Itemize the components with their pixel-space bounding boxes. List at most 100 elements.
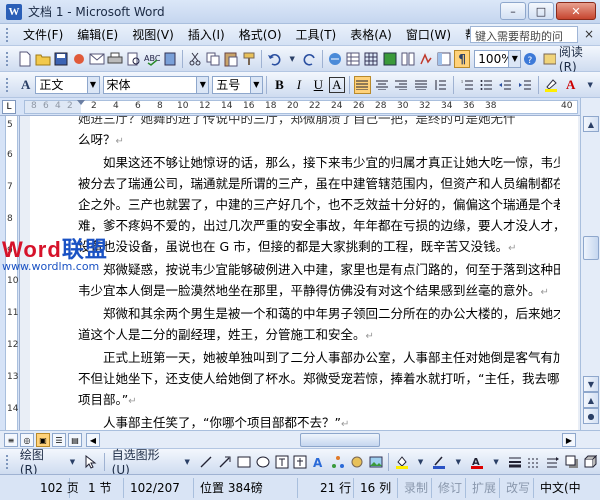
distributed-button[interactable] xyxy=(412,76,429,94)
select-objects-icon[interactable] xyxy=(83,453,100,471)
scroll-thumb[interactable] xyxy=(583,236,599,260)
research-icon[interactable] xyxy=(162,50,178,68)
paste-icon[interactable] xyxy=(223,50,239,68)
hyperlink-icon[interactable] xyxy=(327,50,343,68)
align-right-button[interactable] xyxy=(393,76,410,94)
arrow-style-icon[interactable] xyxy=(544,453,561,471)
minimize-button[interactable]: – xyxy=(500,2,526,20)
bullets-button[interactable] xyxy=(477,76,494,94)
font-size-combo[interactable]: 五号 ▼ xyxy=(212,75,263,94)
spelling-icon[interactable]: ABC xyxy=(144,50,160,68)
redo-icon[interactable] xyxy=(302,50,318,68)
print-icon[interactable] xyxy=(107,50,123,68)
undo-dropdown-icon[interactable]: ▼ xyxy=(284,50,300,68)
insert-table-icon[interactable] xyxy=(363,50,379,68)
char-border-button[interactable]: A xyxy=(329,76,345,93)
autoshapes-button[interactable]: 自选图形(U) xyxy=(108,448,178,477)
chevron-down-icon[interactable]: ▼ xyxy=(249,76,262,93)
status-extend[interactable]: 扩展 xyxy=(466,477,500,498)
open-folder-icon[interactable] xyxy=(35,50,51,68)
menu-file[interactable]: 文件(F) xyxy=(16,24,70,45)
chevron-down-icon[interactable]: ▼ xyxy=(488,453,505,471)
diagram-icon[interactable] xyxy=(330,453,347,471)
toolbar-grip[interactable] xyxy=(6,77,10,92)
3d-style-icon[interactable] xyxy=(582,453,599,471)
decrease-indent-button[interactable] xyxy=(497,76,514,94)
read-mode-button[interactable]: 阅读(R) xyxy=(539,45,600,74)
menu-format[interactable]: 格式(O) xyxy=(232,24,289,45)
maximize-button[interactable]: □ xyxy=(528,2,554,20)
increase-indent-button[interactable] xyxy=(516,76,533,94)
clip-art-icon[interactable] xyxy=(349,453,366,471)
tab-selector[interactable]: L xyxy=(2,100,16,114)
chevron-down-icon[interactable]: ▼ xyxy=(508,50,521,67)
format-painter-icon[interactable] xyxy=(241,50,257,68)
draw-menu-button[interactable]: 绘图(R) xyxy=(16,448,63,477)
menu-grip[interactable] xyxy=(6,27,10,42)
help-search-input[interactable]: 键入需要帮助的问题 xyxy=(470,26,578,59)
status-track-changes[interactable]: 修订 xyxy=(432,477,466,498)
insert-picture-icon[interactable] xyxy=(367,453,384,471)
text-box-icon[interactable] xyxy=(273,453,290,471)
drawing-font-color-icon[interactable]: A xyxy=(469,453,486,471)
horizontal-scrollbar[interactable]: ≡ ◎ ▣ ☰ ▤ ◀ ▶ xyxy=(0,430,600,448)
wordart-icon[interactable]: A xyxy=(311,453,328,471)
status-overtype[interactable]: 改写 xyxy=(500,477,534,498)
font-combo[interactable]: 宋体 ▼ xyxy=(102,75,210,94)
align-center-button[interactable] xyxy=(373,76,390,94)
chevron-down-icon[interactable]: ▼ xyxy=(450,453,467,471)
numbering-button[interactable]: 1 xyxy=(458,76,475,94)
scroll-up-icon[interactable]: ▲ xyxy=(583,116,599,132)
chevron-down-icon[interactable]: ▼ xyxy=(64,453,81,471)
document-map-icon[interactable] xyxy=(436,50,452,68)
horizontal-scroll-thumb[interactable] xyxy=(300,433,380,447)
document-page[interactable]: 她进三厅？她舞的进了传说中的三厅，郑微崩溃了自己一把，是终的可是她无什 么呀？↵… xyxy=(30,116,578,430)
reading-view-icon[interactable]: ▤ xyxy=(68,433,82,447)
line-style-icon[interactable] xyxy=(507,453,524,471)
tables-borders-icon[interactable] xyxy=(345,50,361,68)
chevron-down-icon[interactable]: ▼ xyxy=(581,76,598,94)
menu-insert[interactable]: 插入(I) xyxy=(181,24,232,45)
styles-pane-icon[interactable]: A xyxy=(17,76,34,94)
fill-color-icon[interactable] xyxy=(393,453,410,471)
new-document-icon[interactable] xyxy=(17,50,33,68)
zoom-combo[interactable]: 100% ▼ xyxy=(474,49,522,68)
italic-button[interactable]: I xyxy=(290,76,307,94)
vertical-ruler-track[interactable]: 5 6 7 8 9 10 11 12 13 14 xyxy=(5,116,18,430)
menu-tools[interactable]: 工具(T) xyxy=(289,24,344,45)
save-icon[interactable] xyxy=(53,50,69,68)
menu-window[interactable]: 窗口(W) xyxy=(399,24,458,45)
oval-icon[interactable] xyxy=(254,453,271,471)
line-spacing-button[interactable] xyxy=(431,76,448,94)
scroll-right-icon[interactable]: ▶ xyxy=(562,433,576,447)
permission-icon[interactable] xyxy=(71,50,87,68)
print-layout-icon[interactable]: ▣ xyxy=(36,433,50,447)
menu-view[interactable]: 视图(V) xyxy=(125,24,181,45)
undo-icon[interactable] xyxy=(266,50,282,68)
copy-icon[interactable] xyxy=(205,50,221,68)
vertical-text-box-icon[interactable] xyxy=(292,453,309,471)
close-button[interactable]: ✕ xyxy=(556,2,596,20)
previous-page-icon[interactable]: ▲ xyxy=(583,392,599,408)
chevron-down-icon[interactable]: ▼ xyxy=(412,453,429,471)
show-hide-marks-icon[interactable]: ¶ xyxy=(453,49,471,68)
bold-button[interactable]: B xyxy=(271,76,288,94)
first-line-indent-marker[interactable] xyxy=(77,100,85,105)
toolbar-grip[interactable] xyxy=(6,51,10,66)
status-record-macro[interactable]: 录制 xyxy=(398,477,432,498)
browse-object-icon[interactable]: ● xyxy=(583,408,599,424)
dash-style-icon[interactable] xyxy=(525,453,542,471)
vertical-scrollbar[interactable]: ▲ ▼ ▲ ● xyxy=(580,98,600,430)
style-combo[interactable]: 正文 ▼ xyxy=(35,75,100,94)
arrow-icon[interactable] xyxy=(216,453,233,471)
scroll-down-icon[interactable]: ▼ xyxy=(583,376,599,392)
insert-excel-icon[interactable] xyxy=(382,50,398,68)
font-color-button[interactable]: A xyxy=(562,76,579,94)
underline-button[interactable]: U xyxy=(310,76,327,94)
chevron-down-icon[interactable]: ▼ xyxy=(179,453,196,471)
document-close-icon[interactable]: × xyxy=(584,27,594,41)
line-color-icon[interactable] xyxy=(431,453,448,471)
print-preview-icon[interactable] xyxy=(125,50,141,68)
menu-table[interactable]: 表格(A) xyxy=(343,24,399,45)
web-view-icon[interactable]: ◎ xyxy=(20,433,34,447)
